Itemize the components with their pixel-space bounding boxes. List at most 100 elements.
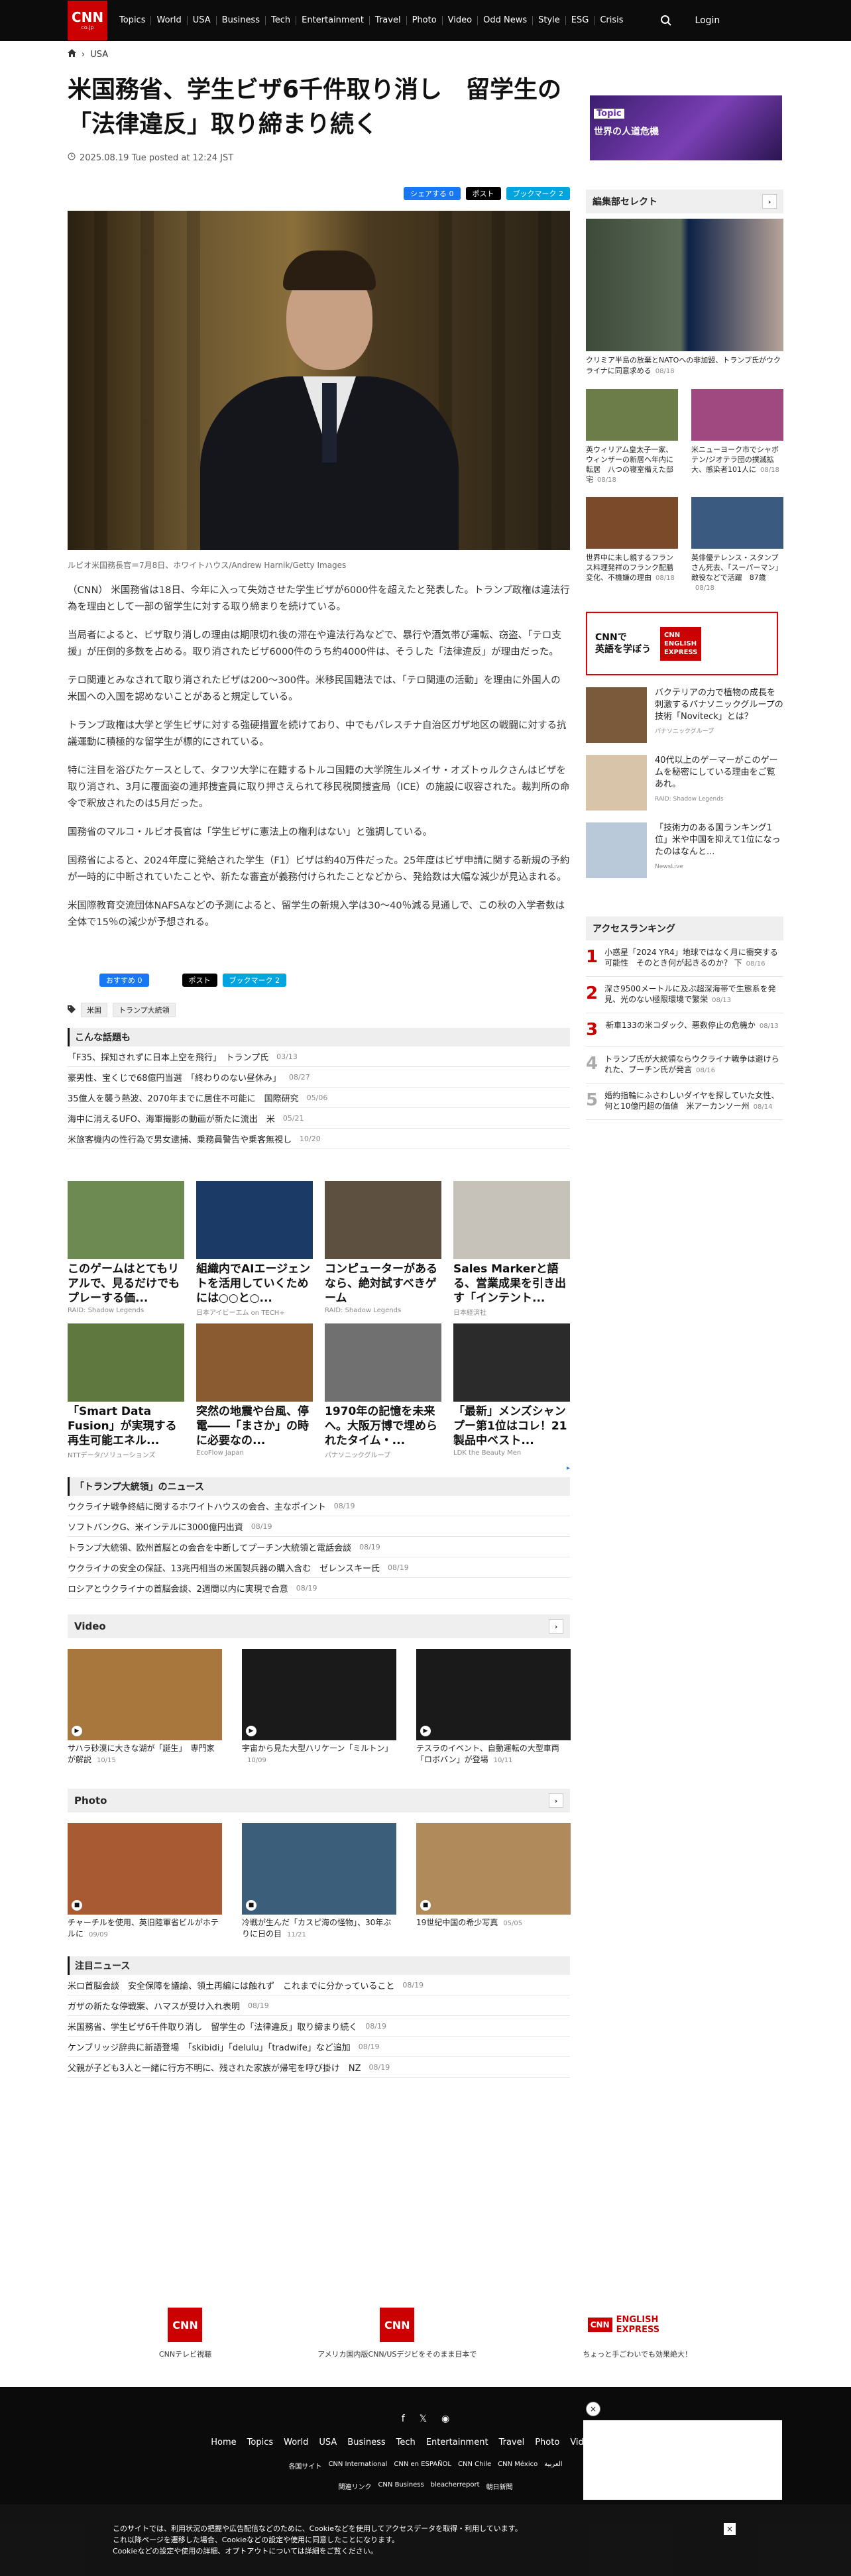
ad-card[interactable]: 「最新」メンズシャンプー第1位はコレ！21製品中ベスト... LDK the Be… [453, 1323, 570, 1459]
video-header[interactable]: Video › [68, 1614, 570, 1638]
footer-link[interactable]: CNN en ESPAÑOL [394, 2461, 451, 2471]
ad-card[interactable]: コンピューターがあるなら、絶対試すべきゲーム RAID: Shadow Legen… [325, 1181, 441, 1317]
footer-nav-item[interactable]: Travel [499, 2437, 525, 2447]
search-icon[interactable] [657, 11, 675, 30]
adchoices-icon[interactable]: ▸ [68, 1465, 570, 1472]
ranking-item[interactable]: 3 新車133の米コダック、悪数停止の危機か 08/13 [586, 1013, 783, 1047]
list-item[interactable]: 35億人を襲う熱波、2070年までに居住不可能に 国際研究 05/06 [68, 1088, 570, 1108]
photo-card[interactable]: ■ チャーチルを使用、英旧陸軍省ビルがホテルに 09/09 [68, 1823, 222, 1940]
tag-trump[interactable]: トランプ大統領 [113, 1003, 176, 1017]
editor-select-main[interactable]: クリミア半島の放棄とNATOへの非加盟、トランプ氏がウクライナに同意求める 08/… [586, 219, 783, 377]
nav-item-10[interactable]: Style [533, 16, 566, 25]
video-card[interactable]: ▶ サハラ砂漠に大きな湖が「誕生」 専門家が解説 10/15 [68, 1649, 222, 1766]
nav-item-9[interactable]: Odd News [478, 16, 534, 25]
chevron-right-icon[interactable]: › [549, 1793, 563, 1808]
nav-item-6[interactable]: Travel [370, 16, 407, 25]
list-item[interactable]: 海中に消えるUFO、海軍撮影の動画が新たに流出 米 05/21 [68, 1108, 570, 1129]
editor-select-item[interactable]: 米ニューヨーク市でシャボテン/ジオテラ団の撲滅拡大、感染者101人に 08/18 [691, 389, 783, 485]
footer-nav-item[interactable]: Entertainment [426, 2437, 488, 2447]
english-express-link[interactable]: CNN ENGLISH EXPRESS ちょっと手ごわいでも効果絶大！ [583, 2308, 692, 2366]
cnn-logo[interactable]: CNN co.jp [68, 1, 107, 40]
pr-item[interactable]: バクテリアの力で植物の成長を刺激するパナソニックグループの技術「Noviteck… [586, 687, 783, 743]
x-icon[interactable]: 𝕏 [420, 2414, 427, 2424]
footer-link[interactable]: CNN Chile [458, 2461, 491, 2471]
footer-link[interactable]: 朝日新聞 [486, 2481, 513, 2491]
nav-item-4[interactable]: Tech [266, 16, 297, 25]
pr-item[interactable]: 40代以上のゲーマーがこのゲームを秘密にしている理由をご覧あれ。 RAID: Sh… [586, 755, 783, 811]
chevron-right-icon[interactable]: › [762, 194, 777, 209]
editor-select-item[interactable]: 英俳優テレンス・スタンプさん死去、「スーパーマン」敵役などで活躍 87歳 08/1… [691, 497, 783, 593]
list-item[interactable]: ロシアとウクライナの首脳会談、2週間以内に実現で合意 08/19 [68, 1578, 570, 1598]
pr-item[interactable]: 「技術力のある国ランキング1位」米や中国を抑えて1位になったのはなんと... Ne… [586, 822, 783, 878]
footer-link[interactable]: العربية [544, 2461, 562, 2471]
footer-nav-item[interactable]: USA [319, 2437, 337, 2447]
footer-nav-item[interactable]: Business [347, 2437, 385, 2447]
list-item[interactable]: 米ロ首脳会談 安全保障を議論、領土再編には触れず これまでに分かっていること 08… [68, 1975, 570, 1995]
nav-item-3[interactable]: Business [217, 16, 266, 25]
list-item[interactable]: ウクライナの安全の保証、13兆円相当の米国製兵器の購入含む ゼレンスキー氏 08/… [68, 1557, 570, 1578]
login-link[interactable]: Login [695, 15, 720, 26]
video-card[interactable]: ▶ テスラのイベント、自動運転の大型車両「ロボバン」が登場 10/11 [416, 1649, 571, 1766]
ad-card[interactable]: このゲームはとてもリアルで、見るだけでもプレーする価... RAID: Shado… [68, 1181, 184, 1317]
footer-link[interactable]: CNN International [328, 2461, 387, 2471]
video-card[interactable]: ▶ 宇宙から見た大型ハリケーン「ミルトン」 10/09 [242, 1649, 396, 1766]
ranking-item[interactable]: 4 トランプ氏が大統領ならウクライナ戦争は避けられた、プーチン氏が発言 08/16 [586, 1047, 783, 1084]
close-icon[interactable]: × [586, 2402, 600, 2416]
list-item[interactable]: ガザの新たな停戦案、ハマスが受け入れ表明 08/19 [68, 1995, 570, 2016]
ad-card[interactable]: 1970年の記憶を未来へ。大阪万博で埋められたタイム・... パナソニックグループ [325, 1323, 441, 1459]
hatena-bookmark-button[interactable]: ブックマーク 2 [506, 187, 570, 200]
breadcrumb-section[interactable]: USA [90, 50, 108, 60]
rss-icon[interactable]: ◉ [441, 2414, 449, 2424]
footer-nav-item[interactable]: Photo [535, 2437, 559, 2447]
x-post-button[interactable]: ポスト [465, 187, 501, 200]
nav-item-0[interactable]: Topics [114, 16, 152, 25]
footer-nav-item[interactable]: World [284, 2437, 308, 2447]
footer-nav-item[interactable]: Tech [396, 2437, 416, 2447]
nav-item-7[interactable]: Photo [407, 16, 443, 25]
hatena-bookmark-button-bottom[interactable]: ブックマーク 2 [222, 974, 286, 987]
facebook-share-button[interactable]: シェアする 0 [404, 187, 461, 200]
footer-link[interactable]: CNN México [498, 2461, 538, 2471]
list-item[interactable]: ケンブリッジ辞典に新語登場 「skibidi」「delulu」「tradwife… [68, 2037, 570, 2057]
list-item[interactable]: ウクライナ戦争終結に関するホワイトハウスの会合、主なポイント 08/19 [68, 1496, 570, 1516]
x-post-button-bottom[interactable]: ポスト [182, 974, 217, 987]
list-item[interactable]: 豪男性、宝くじで68億円当選 「終わりのない昼休み」 08/27 [68, 1067, 570, 1088]
nav-item-8[interactable]: Video [443, 16, 479, 25]
close-icon[interactable]: × [724, 2523, 736, 2535]
facebook-icon[interactable]: f [402, 2414, 405, 2424]
editor-select-item[interactable]: 世界中に未し親するフランス料理発祥のフランク配膳変化、不機嫌の理由 08/18 [586, 497, 678, 593]
nav-item-5[interactable]: Entertainment [296, 16, 370, 25]
editor-select-item[interactable]: 英ウィリアム皇太子一家、ウィンザーの新居へ年内に転居 八つの寝室備えた邸宅 08/… [586, 389, 678, 485]
footer-nav-item[interactable]: Topics [247, 2437, 273, 2447]
ranking-item[interactable]: 2 深さ9500メートルに及ぶ超深海帯で生態系を発見、光のない極限環境で繁栄 08/… [586, 977, 783, 1013]
footer-nav-item[interactable]: Home [211, 2437, 236, 2447]
ranking-item[interactable]: 5 婚約指輪にふさわしいダイヤを探していた女性、何と10億円超の価値 米アーカンソ… [586, 1084, 783, 1120]
topic-banner[interactable]: Topic 世界の人道危機 [590, 95, 782, 160]
footer-link[interactable]: bleacherreport [431, 2481, 480, 2491]
list-item[interactable]: 米旅客機内の性行為で男女逮捕、乗務員警告や乗客無視し 10/20 [68, 1129, 570, 1149]
list-item[interactable]: 「F35、採知されずに日本上空を飛行」 トランプ氏 03/13 [68, 1046, 570, 1067]
ad-card[interactable]: 組織内でAIエージェントを活用していくためには○○と○... 日本アイビーエム o… [196, 1181, 313, 1317]
cnn-us-link[interactable]: CNN アメリカ国内版CNN/USデジビをそのまま日本で [317, 2308, 477, 2366]
facebook-recommend-button[interactable]: おすすめ 0 [99, 974, 149, 987]
cnn-tv-link[interactable]: CNN CNNテレビ視聴 [159, 2308, 211, 2366]
ad-card[interactable]: 突然の地震や台風、停電――「まさか」の時に必要なの... EcoFlow Japa… [196, 1323, 313, 1459]
english-express-banner[interactable]: CNNで 英語を学ぼう CNN ENGLISH EXPRESS [586, 612, 778, 675]
nav-item-11[interactable]: ESG [566, 16, 595, 25]
photo-card[interactable]: ■ 冷戦が生んだ「カスピ海の怪物」、30年ぶりに日の目 11/21 [242, 1823, 396, 1940]
nav-item-2[interactable]: USA [188, 16, 217, 25]
tag-usa[interactable]: 米国 [81, 1003, 107, 1017]
list-item[interactable]: ソフトバンクG、米インテルに3000億円出資 08/19 [68, 1516, 570, 1537]
home-icon[interactable] [68, 49, 76, 60]
photo-card[interactable]: ■ 19世紀中国の希少写真 05/05 [416, 1823, 571, 1940]
nav-item-12[interactable]: Crisis [595, 16, 628, 25]
ad-card[interactable]: Sales Markerと語る、営業成果を引き出す「インテント... 日本経済社 [453, 1181, 570, 1317]
list-item[interactable]: トランプ大統領、欧州首脳との会合を中断してプーチン大統領と電話会談 08/19 [68, 1537, 570, 1557]
ranking-item[interactable]: 1 小惑星「2024 YR4」地球ではなく月に衝突する可能性 そのとき何が起きるの… [586, 940, 783, 977]
chevron-right-icon[interactable]: › [549, 1619, 563, 1634]
editor-select-header[interactable]: 編集部セレクト › [586, 190, 783, 213]
nav-item-1[interactable]: World [151, 16, 188, 25]
ad-card[interactable]: 「Smart Data Fusion」が実現する再生可能エネル... NTTデータ… [68, 1323, 184, 1459]
footer-link[interactable]: CNN Business [378, 2481, 424, 2491]
list-item[interactable]: 父親が子ども3人と一緒に行方不明に、残された家族が帰宅を呼び掛け NZ 08/19 [68, 2057, 570, 2078]
